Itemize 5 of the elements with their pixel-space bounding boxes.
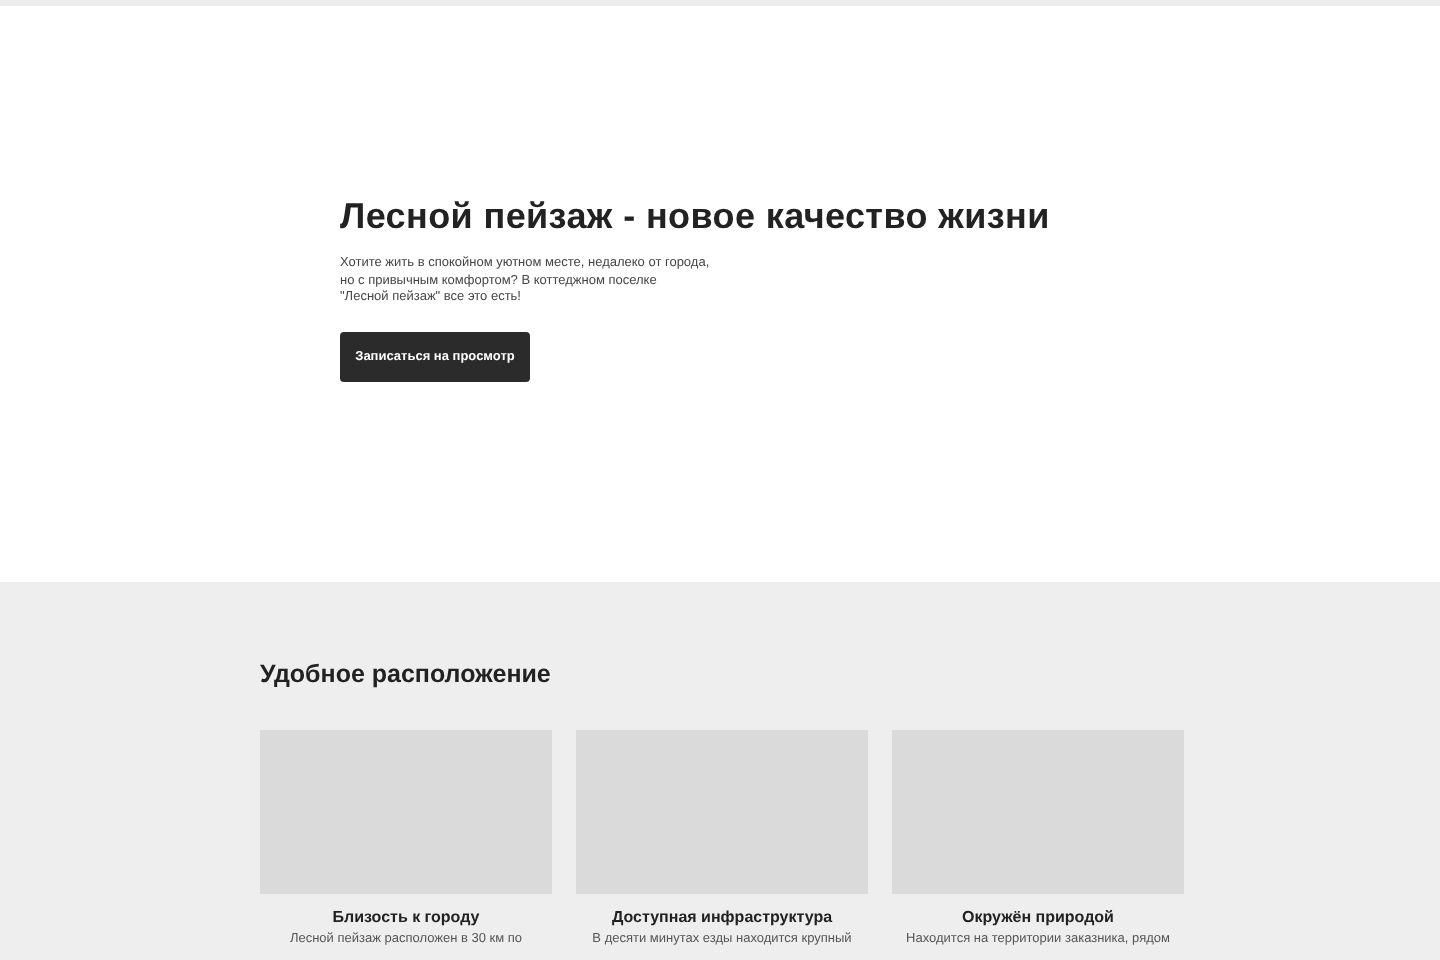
section-heading: Удобное расположение: [260, 660, 553, 688]
card-title: Доступная инфраструктура: [611, 908, 833, 926]
hero-title: Лесной пейзаж - новое качество жизни: [340, 196, 1052, 238]
card-title: Окружён природой: [962, 908, 1114, 926]
card-title: Близость к городу: [332, 908, 480, 926]
